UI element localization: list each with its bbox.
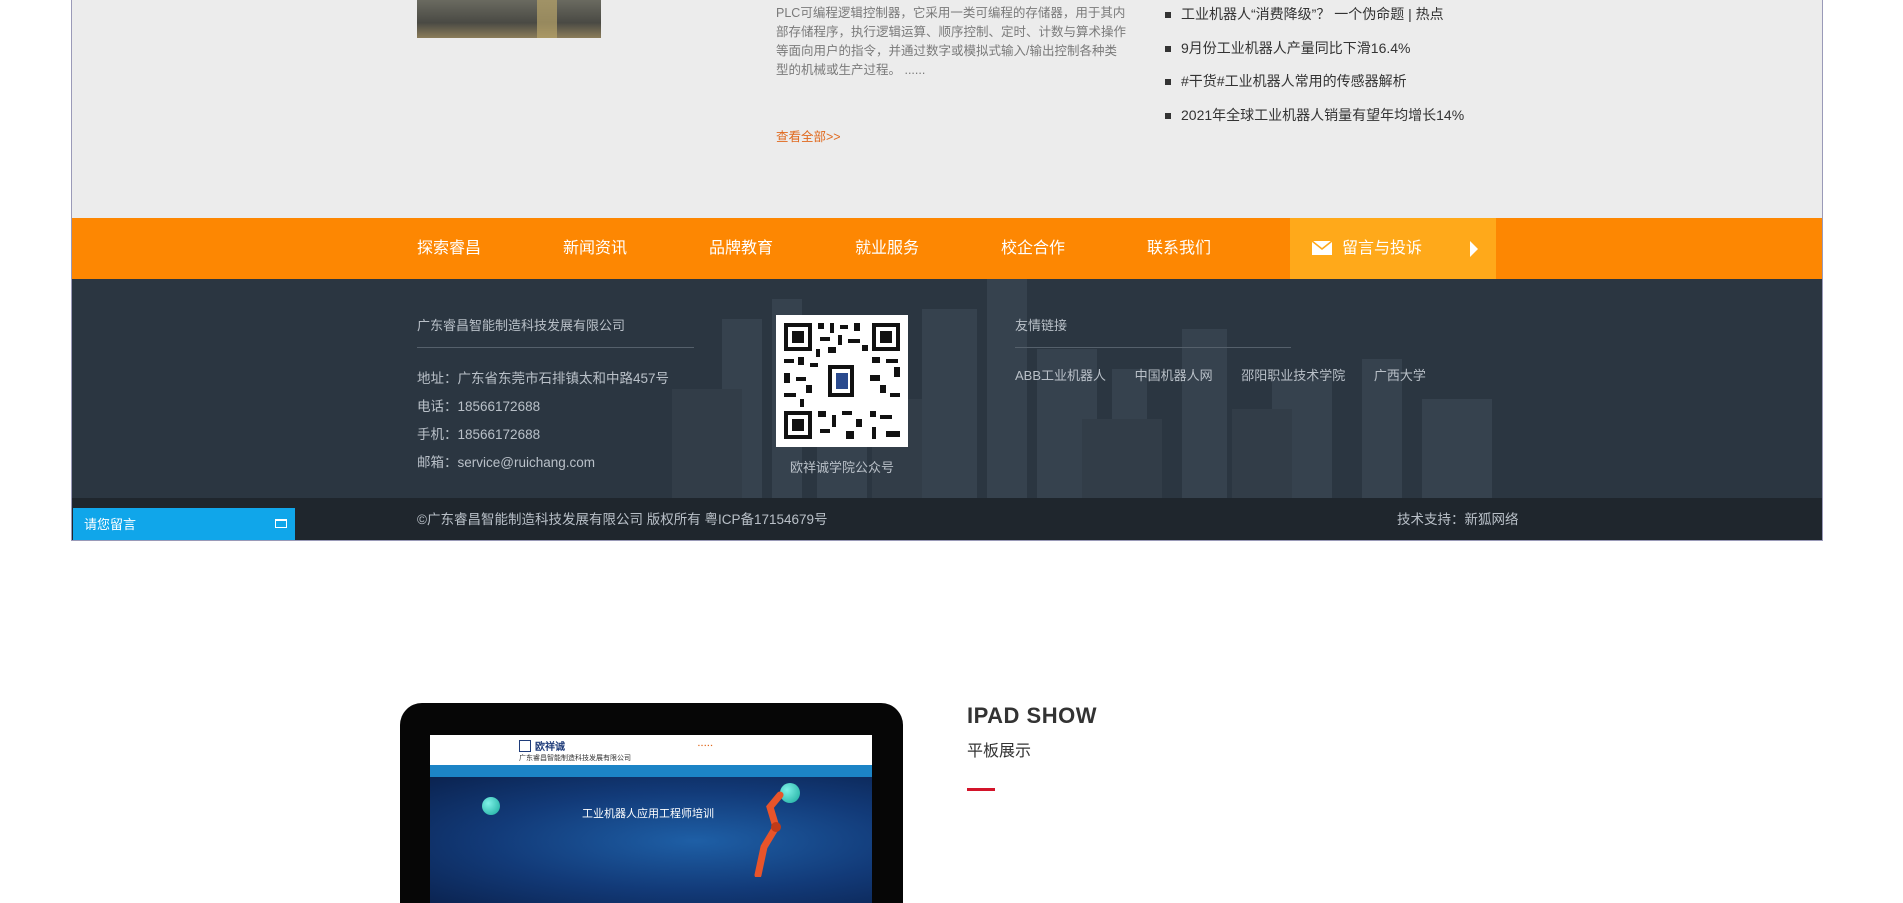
robot-arm-icon [754,791,784,877]
email-text: 邮箱：service@ruichang.com [417,455,596,470]
nav-item-explore[interactable]: 探索睿昌 [417,218,481,279]
divider [1015,347,1291,348]
nav-item-contact[interactable]: 联系我们 [1147,218,1211,279]
logo-icon [519,740,531,752]
plc-thumbnail-image[interactable] [417,0,601,38]
phone-text: 电话：18566172688 [417,399,541,414]
footer-nav-bar: 探索睿昌 新闻资讯 品牌教育 就业服务 校企合作 联系我们 留言与投诉 [72,218,1822,279]
screen-logo-text: 欧祥诚 [535,742,565,753]
copyright-text: ©广东睿昌智能制造科技发展有限公司 版权所有 粤ICP备17154679号 [417,512,828,527]
website-preview-frame: PLC可编程逻辑控制器，它采用一类可编程的存储器，用于其内部存储程序，执行逻辑运… [71,0,1823,541]
divider [417,347,694,348]
city-skyline-background [672,279,1492,498]
banner-title: 工业机器人应用工程师培训 [582,808,714,820]
address-text: 地址：广东省东莞市石排镇太和中路457号 [417,371,670,386]
friend-links-title: 友情链接 [1015,318,1068,333]
ipad-device-mockup: 欧祥诚 广东睿昌智能制造科技发展有限公司 ▪ ▪ ▪ ▪ ▪ 工业机器人应用工程… [400,703,903,903]
leave-message-label: 请您留言 [84,517,137,532]
plc-description: PLC可编程逻辑控制器，它采用一类可编程的存储器，用于其内部存储程序，执行逻辑运… [776,6,1127,77]
accent-underline [967,788,995,791]
message-button-label: 留言与投诉 [1342,240,1423,257]
screen-company-text: 广东睿昌智能制造科技发展有限公司 [519,755,631,762]
friend-links: ABB工业机器人 中国机器人网 邵阳职业技术学院 广西大学 [1015,365,1451,384]
arrow-right-icon [1470,241,1478,257]
leave-message-widget[interactable]: 请您留言 [73,508,295,540]
ipad-screen: 欧祥诚 广东睿昌智能制造科技发展有限公司 ▪ ▪ ▪ ▪ ▪ 工业机器人应用工程… [430,735,872,903]
friend-link[interactable]: 邵阳职业技术学院 [1241,368,1345,383]
view-all-link[interactable]: 查看全部>> [776,126,841,145]
tech-support-text[interactable]: 技术支持：新狐网络 [1397,498,1519,540]
minimize-window-icon[interactable] [275,519,287,528]
mail-icon [1312,241,1332,255]
qr-code-image [776,315,908,447]
friend-link[interactable]: 中国机器人网 [1135,368,1213,383]
mobile-text: 手机：18566172688 [417,427,541,442]
nav-item-brand-education[interactable]: 品牌教育 [709,218,773,279]
friend-link[interactable]: ABB工业机器人 [1015,368,1106,383]
news-item[interactable]: 2021年全球工业机器人销量有望年均增长14% [1165,105,1464,125]
nav-item-employment[interactable]: 就业服务 [855,218,919,279]
contact-info: 地址：广东省东莞市石排镇太和中路457号 电话：18566172688 手机：1… [417,365,669,477]
footer: 广东睿昌智能制造科技发展有限公司 地址：广东省东莞市石排镇太和中路457号 电话… [72,279,1822,498]
friend-link[interactable]: 广西大学 [1374,368,1426,383]
screen-nav-bar [430,765,872,777]
news-item[interactable]: #干货#工业机器人常用的传感器解析 [1165,71,1464,91]
ipad-show-subtitle: 平板展示 [967,743,1032,760]
nav-item-cooperation[interactable]: 校企合作 [1001,218,1065,279]
decorative-orb [482,797,500,815]
news-item[interactable]: 9月份工业机器人产量同比下滑16.4% [1165,38,1464,58]
message-complaint-button[interactable]: 留言与投诉 [1290,218,1496,279]
copyright-bar: ©广东睿昌智能制造科技发展有限公司 版权所有 粤ICP备17154679号 技术… [72,498,1822,540]
ipad-show-title: IPAD SHOW [967,703,1097,728]
news-item[interactable]: 工业机器人“消费降级”？ 一个伪命题 | 热点 [1165,4,1464,24]
qr-caption: 欧祥诚学院公众号 [789,460,894,475]
news-list: 工业机器人“消费降级”？ 一个伪命题 | 热点 9月份工业机器人产量同比下滑16… [1165,4,1464,138]
screen-header: 欧祥诚 广东睿昌智能制造科技发展有限公司 ▪ ▪ ▪ ▪ ▪ [430,735,872,765]
company-name: 广东睿昌智能制造科技发展有限公司 [417,318,626,333]
screen-top-links: ▪ ▪ ▪ ▪ ▪ [698,743,713,749]
nav-item-news[interactable]: 新闻资讯 [563,218,627,279]
screen-banner: 工业机器人应用工程师培训 [430,777,872,903]
